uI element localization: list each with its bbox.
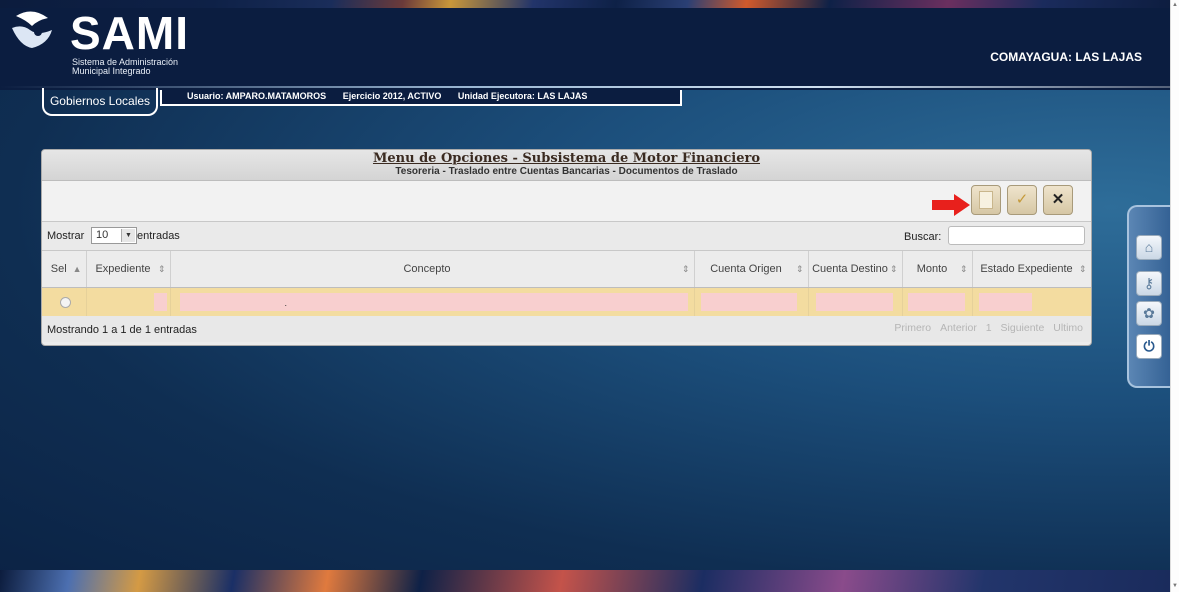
cell-cuenta-origen [694, 287, 809, 316]
home-button[interactable]: ⌂ [1136, 235, 1162, 260]
sort-icon: ⇕ [1078, 264, 1087, 274]
panel-title[interactable]: Menu de Opciones - Subsistema de Motor F… [42, 150, 1091, 166]
redacted-block [907, 293, 965, 311]
logo-subtitle-line2: Municipal Integrado [72, 66, 151, 76]
approve-button[interactable]: ✓ [1007, 185, 1037, 215]
row-select-radio[interactable] [60, 297, 71, 308]
cell-sel[interactable] [42, 287, 87, 316]
sami-logo[interactable]: SAMI Sistema de Administración Municipal… [8, 8, 218, 78]
entries-info: Mostrando 1 a 1 de 1 entradas [47, 324, 197, 336]
key-icon: ⚷ [1143, 275, 1155, 291]
column-header-cuenta-destino[interactable]: Cuenta Destino ⇕ [808, 251, 903, 288]
region-label: COMAYAGUA: LAS LAJAS [990, 50, 1142, 64]
show-label: Mostrar [47, 230, 85, 242]
column-header-sel[interactable]: Sel ▲ [42, 251, 87, 288]
fiscal-year-info: Ejercicio 2012, ACTIVO [342, 91, 442, 101]
logout-button[interactable]: ⏻ [1136, 334, 1162, 359]
pager-first[interactable]: Primero [894, 322, 931, 334]
redacted-block [815, 293, 893, 311]
pager-previous[interactable]: Anterior [940, 322, 977, 334]
documents-panel: Menu de Opciones - Subsistema de Motor F… [41, 149, 1092, 346]
concepto-dot: . [284, 298, 288, 308]
action-toolbar: ✓ ✕ [42, 181, 1091, 222]
panel-subtitle: Tesoreria - Traslado entre Cuentas Banca… [395, 166, 738, 177]
sort-icon: ⇕ [157, 264, 166, 274]
home-icon: ⌂ [1144, 239, 1154, 255]
pager-last[interactable]: Ultimo [1053, 322, 1083, 334]
pager-next[interactable]: Siguiente [1001, 322, 1045, 334]
documents-table: Sel ▲ Expediente ⇕ Concepto ⇕ Cuenta Ori… [42, 251, 1091, 316]
panel-header: Menu de Opciones - Subsistema de Motor F… [42, 150, 1091, 181]
cell-concepto: . [170, 287, 695, 316]
certificate-button[interactable]: ✿ [1136, 301, 1162, 326]
page-size-select[interactable]: 10 ▼ [91, 227, 137, 244]
column-header-cuenta-origen[interactable]: Cuenta Origen ⇕ [694, 251, 809, 288]
entries-label: entradas [137, 230, 180, 242]
redacted-block [978, 293, 1032, 311]
scroll-down-icon[interactable]: ▼ [1172, 583, 1178, 589]
cell-monto [902, 287, 973, 316]
table-row[interactable]: . [42, 287, 1091, 316]
power-icon: ⏻ [1143, 338, 1155, 354]
column-header-estado-expediente[interactable]: Estado Expediente ⇕ [972, 251, 1091, 288]
logo-title: SAMI [70, 7, 189, 59]
cell-estado [972, 287, 1091, 316]
sort-icon: ⇕ [681, 264, 690, 274]
session-info-bar: Usuario: AMPARO.MATAMOROS Ejercicio 2012… [160, 90, 682, 106]
key-button[interactable]: ⚷ [1136, 271, 1162, 296]
table-controls: Mostrar 10 ▼ entradas Buscar: [42, 222, 1091, 251]
chevron-down-icon: ▼ [121, 229, 135, 242]
checkmark-icon: ✓ [1015, 191, 1029, 208]
pagination: Primero Anterior 1 Siguiente Ultimo [888, 322, 1083, 334]
sort-icon: ⇕ [795, 264, 804, 274]
table-header-row: Sel ▲ Expediente ⇕ Concepto ⇕ Cuenta Ori… [42, 251, 1091, 288]
scroll-up-icon[interactable]: ▲ [1172, 2, 1178, 8]
new-document-button[interactable] [971, 185, 1001, 215]
redacted-block [153, 293, 167, 311]
sort-asc-icon: ▲ [72, 264, 82, 274]
column-header-expediente[interactable]: Expediente ⇕ [86, 251, 171, 288]
logo-subtitle: Sistema de Administración Municipal Inte… [72, 58, 178, 76]
app-window: SAMI Sistema de Administración Municipal… [0, 0, 1170, 592]
footer-banner [0, 570, 1170, 592]
red-arrow-icon [932, 194, 970, 216]
executing-unit-info: Unidad Ejecutora: LAS LAJAS [457, 91, 588, 101]
redacted-block [179, 293, 688, 311]
new-document-icon [979, 191, 993, 209]
header-banner: SAMI Sistema de Administración Municipal… [0, 0, 1170, 90]
page-size-value: 10 [96, 229, 109, 241]
sami-logo-icon [12, 11, 52, 48]
column-header-concepto[interactable]: Concepto ⇕ [170, 251, 695, 288]
search-input[interactable] [948, 226, 1085, 245]
cancel-icon: ✕ [1051, 191, 1065, 208]
user-info: Usuario: AMPARO.MATAMOROS [187, 91, 327, 101]
header-divider [0, 86, 1170, 88]
search-label: Buscar: [904, 231, 942, 243]
redacted-block [700, 293, 797, 311]
pager-page-1[interactable]: 1 [986, 322, 992, 334]
column-header-monto[interactable]: Monto ⇕ [902, 251, 973, 288]
cell-expediente [86, 287, 171, 316]
page-scrollbar[interactable]: ▲ ▼ [1170, 0, 1179, 592]
table-footer: Mostrando 1 a 1 de 1 entradas Primero An… [42, 316, 1091, 342]
sort-icon: ⇕ [889, 264, 898, 274]
cancel-button[interactable]: ✕ [1043, 185, 1073, 215]
tab-gobiernos-locales[interactable]: Gobiernos Locales [42, 88, 158, 116]
certificate-icon: ✿ [1143, 305, 1155, 321]
cell-cuenta-destino [808, 287, 903, 316]
sort-icon: ⇕ [959, 264, 968, 274]
